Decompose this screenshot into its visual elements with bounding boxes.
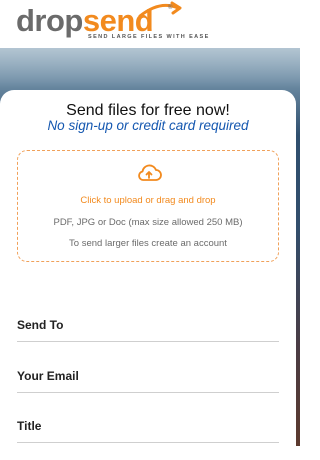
cloud-upload-icon [138, 164, 162, 181]
drag-drop-text: or drag and drop [142, 195, 216, 206]
larger-files-text: To send larger files create an account [69, 238, 227, 249]
logo-tagline: SEND LARGE FILES WITH EASE [88, 34, 210, 40]
file-dropzone[interactable]: Click to upload or drag and drop PDF, JP… [17, 150, 279, 262]
allowed-formats-text: PDF, JPG or Doc (max size allowed 250 MB… [53, 217, 243, 228]
logo-word-drop: drop [16, 3, 83, 38]
title-input[interactable] [17, 413, 283, 444]
upload-instructions: Click to upload or drag and drop [18, 195, 278, 206]
send-to-input[interactable] [17, 312, 283, 343]
logo-registered-mark: ® [168, 5, 173, 11]
your-email-field[interactable]: Your Email [17, 363, 283, 394]
your-email-input[interactable] [17, 363, 283, 394]
click-to-upload-link[interactable]: Click to upload [80, 195, 142, 206]
title-field[interactable]: Title [17, 413, 283, 444]
send-to-field[interactable]: Send To [17, 312, 283, 343]
logo-swoosh-icon [138, 1, 182, 18]
site-header: dropsend ® SEND LARGE FILES WITH EASE [0, 0, 300, 48]
card-subtitle: No sign-up or credit card required [47, 118, 249, 133]
upload-card: Send files for free now! No sign-up or c… [0, 90, 296, 460]
